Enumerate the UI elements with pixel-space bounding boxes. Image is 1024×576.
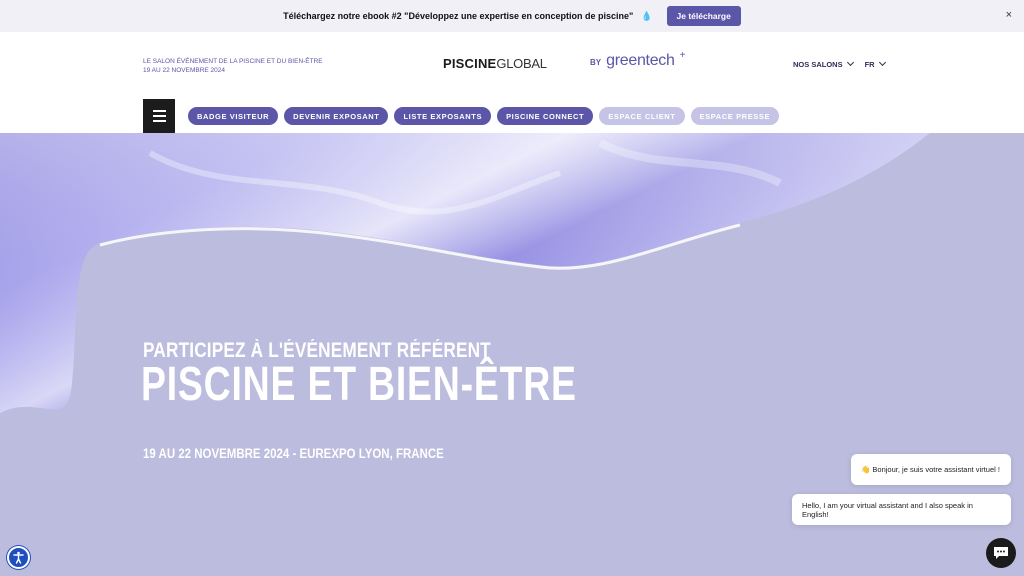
- header-nav-right: NOS SALONS FR: [793, 58, 886, 69]
- site-header: LE SALON ÉVÉNEMENT DE LA PISCINE ET DU B…: [0, 32, 1024, 133]
- nos-salons-dropdown[interactable]: NOS SALONS: [793, 58, 854, 69]
- espace-client-button[interactable]: ESPACE CLIENT: [599, 107, 685, 125]
- accessibility-icon: [13, 551, 24, 564]
- hamburger-menu-icon[interactable]: [143, 99, 175, 133]
- chevron-down-icon: [878, 58, 886, 67]
- tagline-title: LE SALON ÉVÉNEMENT DE LA PISCINE ET DU B…: [143, 58, 323, 65]
- chat-icon: [994, 547, 1008, 559]
- quick-links: BADGE VISITEUR DEVENIR EXPOSANT LISTE EX…: [188, 107, 780, 125]
- accessibility-button[interactable]: [7, 546, 30, 569]
- logo-bold-text: PISCINE: [443, 56, 497, 71]
- devenir-exposant-button[interactable]: DEVENIR EXPOSANT: [284, 107, 389, 125]
- espace-presse-button[interactable]: ESPACE PRESSE: [690, 107, 780, 125]
- greentech-wordmark: greentech: [606, 52, 675, 69]
- hero-title: PISCINE ET BIEN-ÊTRE: [141, 358, 577, 411]
- greentech-logo[interactable]: BY greentech +: [590, 50, 686, 70]
- language-label: FR: [864, 60, 875, 69]
- nos-salons-label: NOS SALONS: [793, 60, 843, 69]
- close-icon[interactable]: ×: [1006, 9, 1012, 21]
- chat-message-fr[interactable]: 👋 Bonjour, je suis votre assistant virtu…: [851, 454, 1011, 485]
- water-drop-icon: 💧: [641, 10, 653, 21]
- piscine-global-logo[interactable]: PISCINEGLOBAL: [443, 56, 547, 71]
- greentech-plus: +: [679, 50, 686, 61]
- logo-light-text: GLOBAL: [496, 56, 547, 71]
- announcement-bar: Téléchargez notre ebook #2 "Développez u…: [0, 0, 1024, 32]
- download-ebook-button[interactable]: Je télécharge: [666, 6, 741, 26]
- tagline-date: 19 AU 22 NOVEMBRE 2024: [143, 67, 226, 74]
- liste-exposants-button[interactable]: LISTE EXPOSANTS: [394, 107, 492, 125]
- chat-message-en[interactable]: Hello, I am your virtual assistant and I…: [792, 494, 1011, 525]
- language-dropdown[interactable]: FR: [864, 58, 886, 69]
- piscine-connect-button[interactable]: PISCINE CONNECT: [497, 107, 594, 125]
- chevron-down-icon: [846, 58, 854, 67]
- by-label: BY: [590, 58, 602, 67]
- chat-launcher-button[interactable]: [986, 538, 1016, 568]
- badge-visiteur-button[interactable]: BADGE VISITEUR: [188, 107, 279, 125]
- announcement-text: Téléchargez notre ebook #2 "Développez u…: [283, 11, 634, 21]
- header-tagline: LE SALON ÉVÉNEMENT DE LA PISCINE ET DU B…: [143, 57, 323, 75]
- hero-date: 19 AU 22 NOVEMBRE 2024 - EUREXPO LYON, F…: [143, 446, 444, 461]
